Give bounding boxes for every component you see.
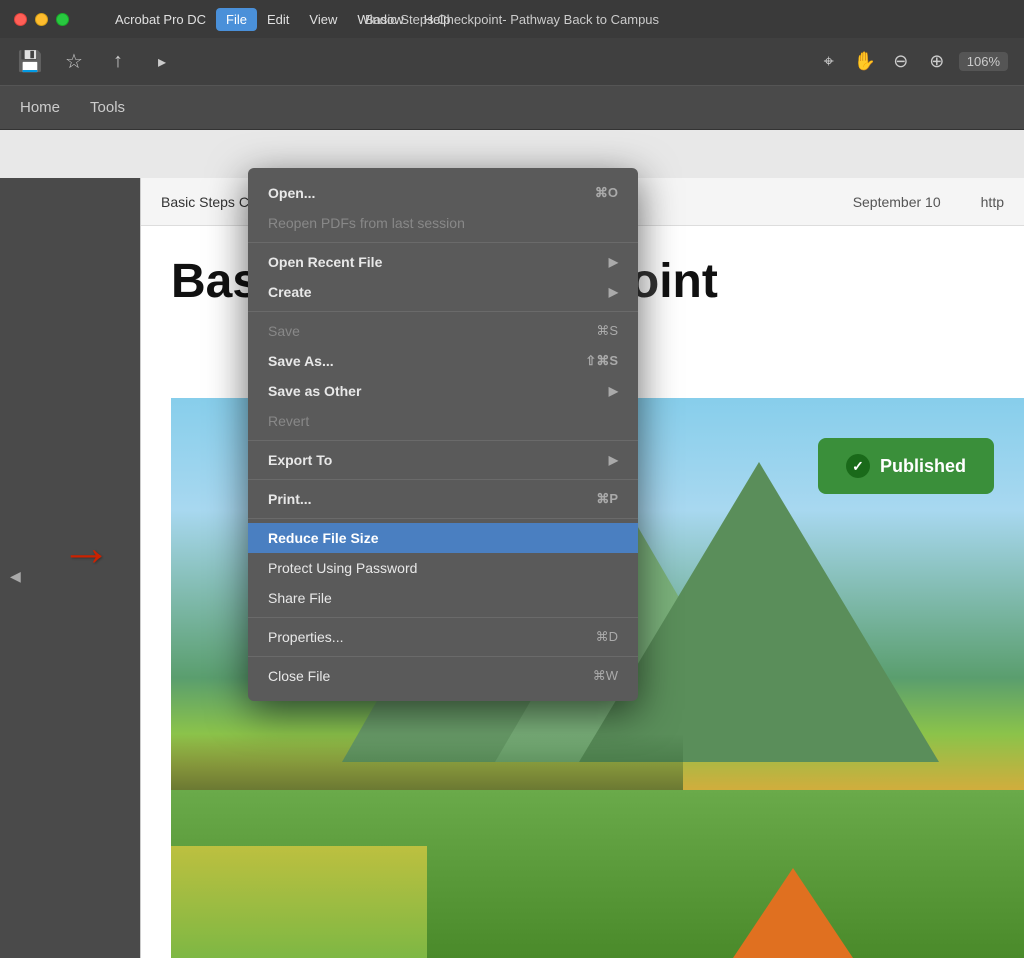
doc-url: http — [981, 194, 1004, 210]
file-dropdown-menu[interactable]: Open... ⌘O Reopen PDFs from last session… — [248, 168, 638, 701]
menu-create[interactable]: Create ▶ — [248, 277, 638, 307]
save-label: Save — [268, 323, 300, 339]
nav-home[interactable]: Home — [20, 95, 60, 120]
flowers — [171, 846, 427, 958]
save-as-shortcut: ⇧⌘S — [585, 353, 618, 369]
published-area: ✓ Published — [818, 438, 994, 494]
menu-section-close: Close File ⌘W — [248, 657, 638, 695]
print-shortcut: ⌘P — [596, 491, 618, 507]
menu-revert: Revert — [248, 406, 638, 436]
zoom-out-icon[interactable]: ⊖ — [887, 48, 915, 76]
menu-save-as-other[interactable]: Save as Other ▶ — [248, 376, 638, 406]
maximize-button[interactable] — [56, 13, 69, 26]
menu-section-open: Open... ⌘O Reopen PDFs from last session — [248, 174, 638, 243]
red-arrow: → — [60, 518, 112, 578]
menu-print[interactable]: Print... ⌘P — [248, 484, 638, 514]
menu-save: Save ⌘S — [248, 316, 638, 346]
edit-menu[interactable]: Edit — [257, 8, 299, 31]
open-recent-label: Open Recent File — [268, 254, 382, 270]
save-as-label: Save As... — [268, 353, 334, 369]
check-circle-icon: ✓ — [846, 454, 870, 478]
open-shortcut: ⌘O — [595, 185, 618, 201]
properties-label: Properties... — [268, 629, 343, 645]
menu-properties[interactable]: Properties... ⌘D — [248, 622, 638, 652]
title-bar: Acrobat Pro DC File Edit View Window Hel… — [0, 0, 1024, 38]
tent — [733, 868, 853, 958]
traffic-lights — [0, 13, 69, 26]
menu-section-recent: Open Recent File ▶ Create ▶ — [248, 243, 638, 312]
nav-tools[interactable]: Tools — [90, 95, 125, 120]
bookmark-icon[interactable]: ☆ — [60, 48, 88, 76]
window-title: Basic Steps Checkpoint- Pathway Back to … — [365, 12, 659, 27]
apple-menu[interactable] — [81, 15, 101, 23]
close-file-label: Close File — [268, 668, 330, 684]
menu-section-properties: Properties... ⌘D — [248, 618, 638, 657]
cursor-icon[interactable]: ⌖ — [815, 48, 843, 76]
export-label: Export To — [268, 452, 332, 468]
revert-label: Revert — [268, 413, 309, 429]
doc-date: September 10 — [853, 194, 941, 210]
main-content: ◀ Basic Steps Checkpoint- Pathway Back t… — [0, 130, 1024, 958]
save-icon[interactable]: 💾 — [16, 48, 44, 76]
create-arrow-icon: ▶ — [609, 285, 618, 299]
checkmark-icon: ✓ — [852, 458, 864, 475]
upload-icon[interactable]: ↑ — [104, 48, 132, 76]
close-button[interactable] — [14, 13, 27, 26]
save-as-other-label: Save as Other — [268, 383, 361, 399]
tent-body — [733, 868, 853, 958]
menu-reopen: Reopen PDFs from last session — [248, 208, 638, 238]
create-label: Create — [268, 284, 312, 300]
menu-share-file[interactable]: Share File — [248, 583, 638, 613]
published-badge: ✓ Published — [818, 438, 994, 494]
hand-icon[interactable]: ✋ — [851, 48, 879, 76]
view-menu[interactable]: View — [299, 8, 347, 31]
menu-reduce-file-size[interactable]: Reduce File Size — [248, 523, 638, 553]
open-recent-arrow-icon: ▶ — [609, 255, 618, 269]
save-as-other-arrow-icon: ▶ — [609, 384, 618, 398]
app-name-menu[interactable]: Acrobat Pro DC — [105, 8, 216, 31]
menu-save-as[interactable]: Save As... ⇧⌘S — [248, 346, 638, 376]
app-window: Acrobat Pro DC File Edit View Window Hel… — [0, 0, 1024, 958]
extra-icon[interactable]: ▸ — [148, 48, 176, 76]
app-nav: Home Tools — [0, 86, 1024, 130]
save-shortcut: ⌘S — [596, 323, 618, 339]
menu-section-tools: Reduce File Size Protect Using Password … — [248, 519, 638, 618]
share-file-label: Share File — [268, 590, 332, 606]
published-label: Published — [880, 456, 966, 477]
protect-password-label: Protect Using Password — [268, 560, 417, 576]
content-wrapper: 💾 ☆ ↑ ▸ ⌖ ✋ ⊖ ⊕ 106% Home Tools — [0, 38, 1024, 958]
menu-open[interactable]: Open... ⌘O — [248, 178, 638, 208]
open-label: Open... — [268, 185, 315, 201]
menu-section-export: Export To ▶ — [248, 441, 638, 480]
print-label: Print... — [268, 491, 312, 507]
panel-toggle-icon[interactable]: ◀ — [10, 568, 21, 585]
toolbar-nav: ⌖ ✋ ⊖ ⊕ 106% — [815, 48, 1008, 76]
reduce-file-size-label: Reduce File Size — [268, 530, 378, 546]
export-arrow-icon: ▶ — [609, 453, 618, 467]
menu-export[interactable]: Export To ▶ — [248, 445, 638, 475]
menu-close-file[interactable]: Close File ⌘W — [248, 661, 638, 691]
toolbar: 💾 ☆ ↑ ▸ ⌖ ✋ ⊖ ⊕ 106% — [0, 38, 1024, 86]
reopen-label: Reopen PDFs from last session — [268, 215, 465, 231]
file-menu[interactable]: File — [216, 8, 257, 31]
menu-protect-password[interactable]: Protect Using Password — [248, 553, 638, 583]
menu-section-save: Save ⌘S Save As... ⇧⌘S Save as Other ▶ R… — [248, 312, 638, 441]
properties-shortcut: ⌘D — [596, 629, 618, 645]
zoom-level: 106% — [959, 52, 1008, 71]
zoom-in-icon[interactable]: ⊕ — [923, 48, 951, 76]
menu-section-print: Print... ⌘P — [248, 480, 638, 519]
menu-open-recent[interactable]: Open Recent File ▶ — [248, 247, 638, 277]
close-file-shortcut: ⌘W — [593, 668, 618, 684]
minimize-button[interactable] — [35, 13, 48, 26]
